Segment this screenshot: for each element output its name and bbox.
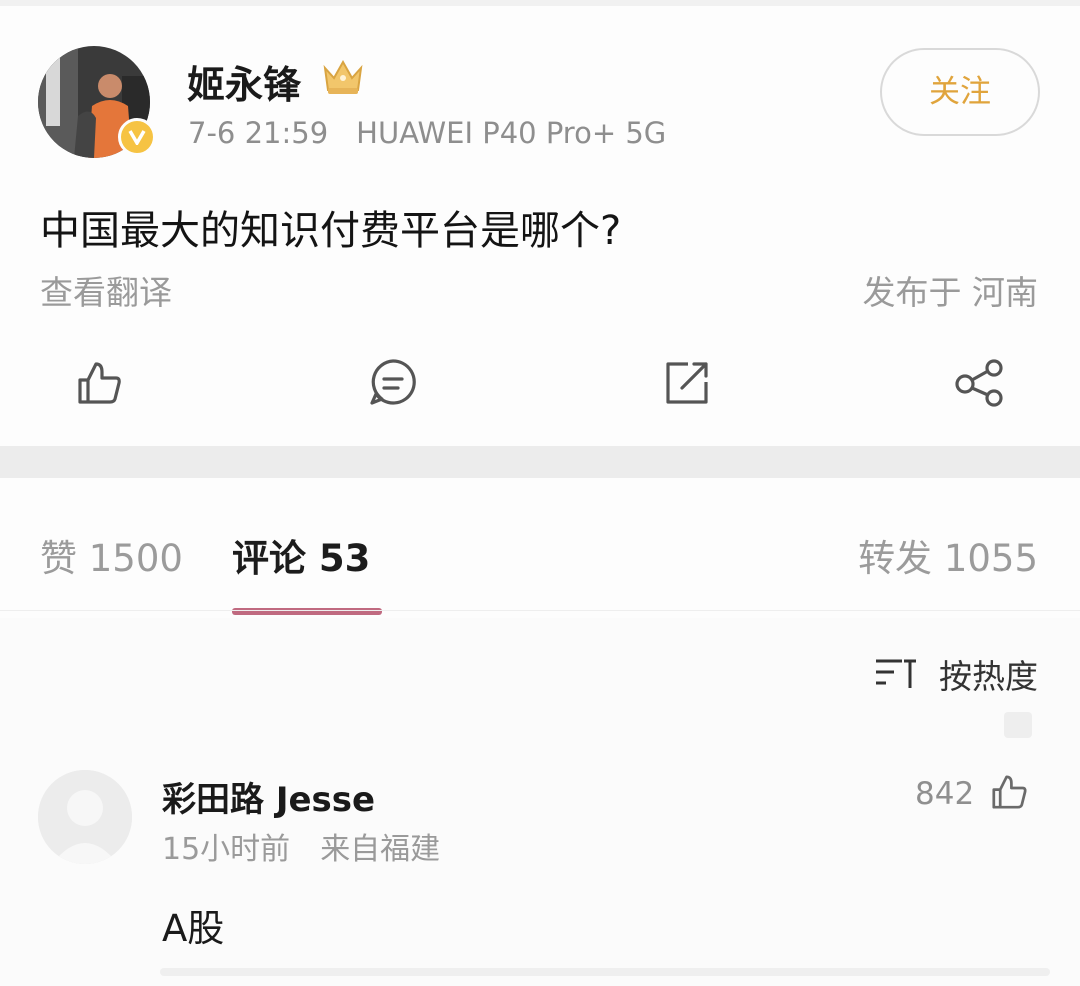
default-avatar-icon [38,770,132,864]
thumbs-up-icon [78,362,121,404]
like-button[interactable] [74,358,130,414]
repost-button[interactable] [662,358,718,414]
repost-icon [666,362,708,404]
tab-likes[interactable]: 赞 1500 [40,528,183,582]
faint-marker [1004,712,1032,738]
post-device: HUAWEI P40 Pro+ 5G [356,116,667,150]
username[interactable]: 姬永锋 [187,54,301,109]
comment-button[interactable] [368,358,424,414]
post-time: 7-6 21:59 [188,116,329,150]
share-icon [955,359,1003,407]
follow-button[interactable]: 关注 [880,48,1040,136]
comment-icon [370,359,416,405]
tab-reposts[interactable]: 转发 1055 [858,528,1038,582]
comment-avatar[interactable] [38,770,132,864]
tab-comments[interactable]: 评论 53 [232,528,370,582]
section-divider [0,446,1080,478]
comment-like-button[interactable] [988,772,1030,816]
engagement-tabs: 赞 1500 评论 53 转发 1055 [0,478,1080,618]
share-button[interactable] [954,358,1010,414]
post-meta: 7-6 21:59 HUAWEI P40 Pro+ 5G [188,116,666,150]
verified-badge-icon [118,118,156,156]
comment-author[interactable]: 彩田路 Jesse [162,772,375,821]
comment-like-count: 842 [915,776,975,812]
sort-by-hot-button[interactable]: 按热度 [939,650,1038,698]
post-text: 中国最大的知识付费平台是哪个? [40,208,622,254]
thumbs-up-icon [992,775,1027,809]
post-location: 发布于 河南 [862,273,1039,312]
crown-icon [322,58,364,100]
comment-meta: 15小时前 来自福建 [162,824,440,868]
comment-location: 来自福建 [320,832,441,867]
post-card: 姬永锋 7-6 21:59 HUAWEI P40 Pro+ 5G 关注 中国最大的… [0,6,1080,446]
comment-divider [160,968,1050,976]
translate-link[interactable]: 查看翻译 [40,266,172,314]
sort-icon [874,656,920,694]
comment-time: 15小时前 [162,832,291,867]
tabs-divider [0,610,1080,611]
comment-text: A股 [162,907,225,950]
